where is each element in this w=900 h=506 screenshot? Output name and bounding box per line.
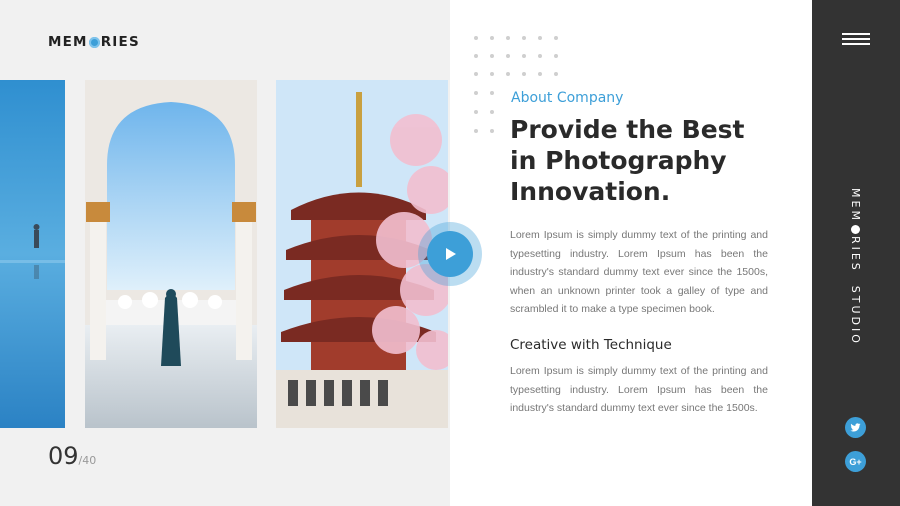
google-plus-label: G+: [849, 456, 862, 467]
title-line-3: Innovation.: [510, 177, 671, 206]
google-plus-icon[interactable]: G+: [845, 451, 866, 472]
logo-o-icon: [88, 36, 100, 48]
vertical-o-icon: [850, 224, 860, 234]
vertical-label-start: MEM: [849, 188, 862, 223]
play-icon: [427, 231, 473, 277]
logo-text-end: RIES: [100, 34, 140, 50]
vertical-studio-label: MEM RIES STUDIO: [849, 188, 862, 346]
twitter-icon[interactable]: [845, 417, 866, 438]
brand-logo[interactable]: MEM RIES: [48, 34, 140, 50]
right-sidebar: MEM RIES STUDIO G+: [812, 0, 900, 506]
play-button[interactable]: [418, 222, 482, 286]
vertical-label-end: RIES STUDIO: [849, 235, 862, 346]
menu-icon[interactable]: [842, 33, 870, 47]
title-line-1: Provide the Best: [510, 115, 745, 144]
page-title: Provide the Best in Photography Innovati…: [510, 114, 800, 207]
logo-text-start: MEM: [48, 34, 88, 50]
slide-current: 09: [48, 442, 79, 470]
slide-total: /40: [78, 454, 97, 467]
mosque-arch-photo: [85, 80, 257, 428]
slide-counter: 09/40: [48, 442, 96, 470]
technique-paragraph: Lorem Ipsum is simply dummy text of the …: [510, 365, 768, 414]
intro-paragraph: Lorem Ipsum is simply dummy text of the …: [510, 229, 768, 315]
title-line-2: in Photography: [510, 146, 727, 175]
sub-heading: Creative with Technique: [510, 337, 672, 353]
lake-photo: [0, 80, 65, 428]
section-eyebrow: About Company: [511, 90, 624, 106]
